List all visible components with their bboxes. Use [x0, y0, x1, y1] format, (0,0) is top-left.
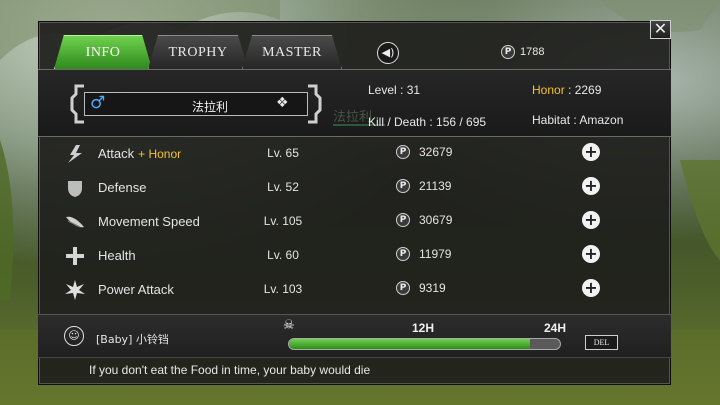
shield-icon	[68, 181, 82, 197]
baby-hint-text: If you don't eat the Food in time, your …	[89, 363, 371, 377]
baby-status-bar: ☺ [Baby] 小铃铛 ☠ 12H 24H DEL	[38, 314, 671, 358]
tab-bar: INFO TROPHY MASTER ◀) P 1788	[38, 35, 671, 69]
honor-text: Honor : 2269	[532, 83, 601, 97]
p-coin-icon: P	[501, 45, 515, 59]
wings-emblem-icon: ❖	[276, 95, 289, 111]
speaker-icon[interactable]: ◀)	[377, 42, 399, 64]
hunger-meter	[288, 338, 561, 350]
points-value: 1788	[520, 46, 545, 58]
honor-label: Honor	[532, 83, 565, 97]
name-plate: ♂ 法拉利 ❖	[70, 84, 322, 124]
hunger-meter-fill	[289, 339, 531, 349]
stat-level: Lv. 105	[263, 214, 303, 228]
stat-row-defense: Defense Lv. 52 P 21139 +	[58, 171, 653, 205]
stat-row-power-attack: Power Attack Lv. 103 P 9319 +	[58, 273, 653, 307]
tab-trophy[interactable]: TROPHY	[148, 35, 248, 69]
stat-row-health: Health Lv. 60 P 11979 +	[58, 239, 653, 273]
hunger-tick-24h: 24H	[544, 321, 567, 335]
close-button[interactable]: ✕	[650, 20, 671, 39]
burst-icon	[65, 280, 85, 300]
kill-death-text: Kill / Death : 156 / 695	[368, 115, 487, 129]
points-display: P 1788	[501, 45, 544, 59]
honor-value: : 2269	[564, 83, 602, 97]
stat-level: Lv. 52	[267, 180, 299, 194]
baby-icon: ☺	[64, 326, 84, 346]
upgrade-power-attack-button[interactable]: +	[582, 279, 600, 297]
stat-label: Movement Speed	[98, 214, 200, 229]
overlay-player-name: 法拉利	[333, 110, 373, 125]
upgrade-cost: P 21139	[396, 179, 451, 193]
stat-label: Defense	[98, 180, 147, 195]
p-coin-icon: P	[396, 145, 410, 159]
stat-upgrade-list: Attack + Honor Lv. 65 P 32679 + Defense Lv…	[38, 137, 671, 305]
baby-name: [Baby] 小铃铛	[96, 333, 169, 346]
profile-band: ♂ 法拉利 ❖ 法拉利 Level : 31 Kill / Death : 15…	[38, 69, 671, 137]
upgrade-cost: P 32679	[396, 145, 452, 159]
tab-master[interactable]: MASTER	[242, 35, 342, 69]
player-name: 法拉利	[191, 100, 228, 114]
honor-bonus-label: + Honor	[138, 147, 182, 161]
upgrade-health-button[interactable]: +	[582, 245, 600, 263]
tab-info[interactable]: INFO	[54, 35, 152, 69]
p-coin-icon: P	[396, 247, 410, 261]
delete-baby-button[interactable]: DEL	[585, 335, 618, 350]
upgrade-defense-button[interactable]: +	[582, 177, 600, 195]
wing-icon	[66, 216, 84, 228]
upgrade-cost: P 9319	[396, 281, 446, 295]
habitat-text: Habitat : Amazon	[532, 113, 624, 127]
stat-level: Lv. 65	[267, 146, 299, 160]
cross-icon	[66, 247, 84, 265]
upgrade-cost: P 30679	[396, 213, 452, 227]
attack-icon	[68, 145, 82, 163]
upgrade-movement-speed-button[interactable]: +	[582, 211, 600, 229]
p-coin-icon: P	[396, 213, 410, 227]
male-icon: ♂	[90, 93, 106, 113]
stat-level: Lv. 103	[263, 282, 303, 296]
stat-row-movement-speed: Movement Speed Lv. 105 P 30679 +	[58, 205, 653, 239]
p-coin-icon: P	[396, 281, 410, 295]
stat-row-attack: Attack + Honor Lv. 65 P 32679 +	[58, 137, 653, 171]
upgrade-attack-button[interactable]: +	[582, 143, 600, 161]
upgrade-cost: P 11979	[396, 247, 451, 261]
skull-icon: ☠	[283, 318, 295, 333]
p-coin-icon: P	[396, 179, 410, 193]
right-bracket-ornament	[308, 84, 322, 124]
stat-label: Attack + Honor	[98, 146, 182, 161]
stat-label: Health	[98, 248, 136, 263]
stat-level: Lv. 60	[267, 248, 299, 262]
stat-label: Power Attack	[98, 282, 174, 297]
level-text: Level : 31	[368, 83, 421, 97]
hunger-tick-12h: 12H	[412, 321, 435, 335]
